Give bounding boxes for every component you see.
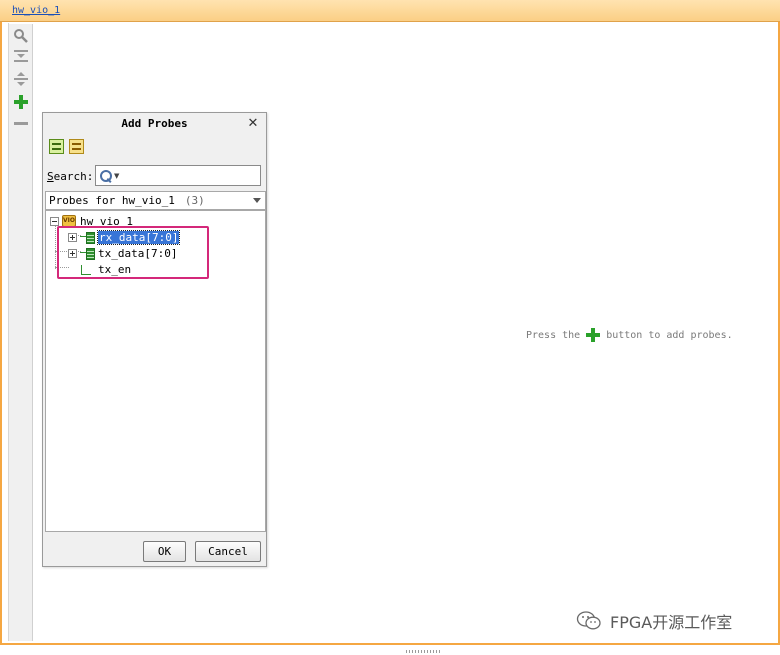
dialog-title: Add Probes [121,117,188,130]
watermark-text: FPGA开源工作室 [610,613,733,632]
plus-icon [586,328,601,342]
probes-count: (3) [184,194,205,207]
search-label-rest: earch: [53,170,94,183]
remove-icon[interactable] [11,113,31,133]
collapse-toggle-icon[interactable] [50,216,59,226]
expand-all-icon[interactable] [69,139,84,154]
add-icon[interactable] [11,92,31,112]
close-icon[interactable]: ✕ [246,117,260,131]
resize-grip[interactable] [406,650,440,653]
window-tab-title[interactable]: hw_vio_1 [12,5,60,16]
probes-for-label: Probes for hw_vio_1 [49,194,175,207]
left-toolbar [9,24,33,641]
search-input[interactable]: ▼ [95,165,261,186]
probes-for-select[interactable]: Probes for hw_vio_1 (3) [45,191,266,210]
collapse-all-icon[interactable] [11,46,31,66]
search-icon[interactable] [11,26,31,46]
expand-all-icon[interactable] [11,69,31,89]
wechat-logo-icon [576,611,601,630]
search-label: Search: [47,170,93,183]
dialog-icon-bar [49,139,84,157]
search-icon [100,169,112,182]
hint-text-before: Press the [526,329,581,341]
search-row: Search: ▼ [47,165,263,187]
collapse-all-icon[interactable] [49,139,64,154]
watermark: FPGA开源工作室 [576,609,732,633]
hint-text-after: button to add probes. [606,329,733,341]
ok-button[interactable]: OK [143,541,186,562]
chevron-down-icon[interactable]: ▼ [114,172,119,180]
add-probes-dialog: Add Probes ✕ Search: ▼ Probes for hw_vio… [42,112,267,567]
title-bar: hw_vio_1 [0,0,780,22]
highlight-annotation-box [57,226,209,279]
chevron-down-icon[interactable] [253,198,261,203]
cancel-button[interactable]: Cancel [195,541,261,562]
search-label-mnemonic: S [47,170,54,183]
add-probes-hint: Press the button to add probes. [526,328,733,342]
